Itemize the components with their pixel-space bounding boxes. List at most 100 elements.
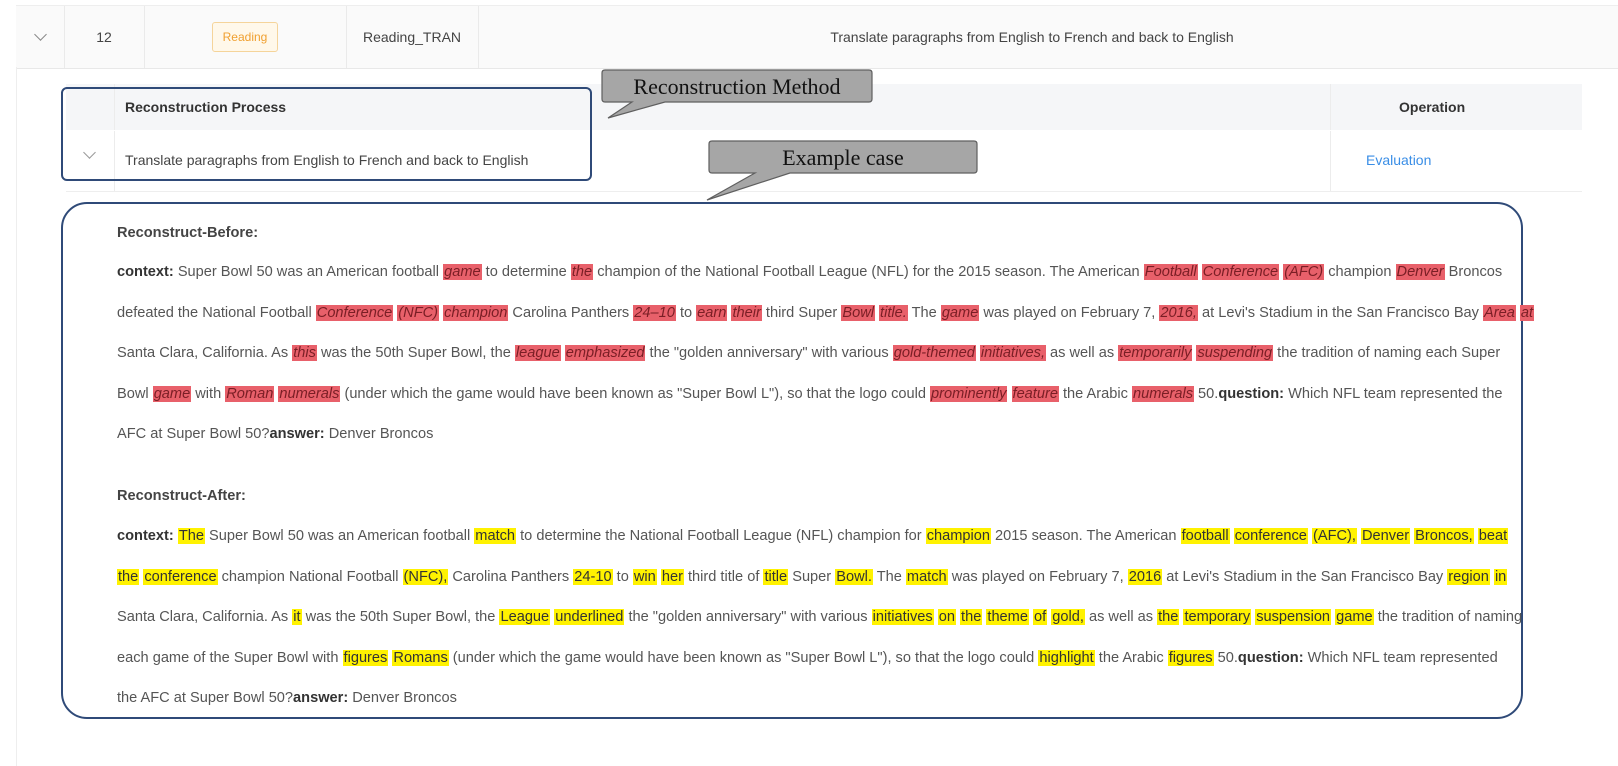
changed-word-highlight: initiatives — [871, 609, 934, 625]
text-segment: at Levi's Stadium in the San Francisco B… — [1162, 568, 1448, 585]
text-segment: to determine — [481, 264, 571, 280]
removed-word-highlight: this — [292, 345, 317, 361]
removed-word-highlight: initiatives, — [979, 345, 1046, 361]
text-segment: 50. — [1194, 385, 1219, 402]
after-title: Reconstruct-After: — [117, 488, 246, 504]
removed-word-highlight: champion — [443, 304, 509, 321]
text-segment: the "golden anniversary" with various — [624, 609, 872, 625]
text-segment: each game of the Super Bowl with — [117, 649, 343, 666]
text-segment: was played on February 7, — [947, 568, 1128, 585]
changed-word-highlight: conference — [143, 568, 218, 585]
changed-word-highlight: underlined — [554, 609, 625, 625]
removed-word-highlight: title. — [879, 304, 908, 321]
text-segment: Santa Clara, California. As — [117, 609, 293, 625]
text-segment: with — [191, 385, 226, 402]
field-label: question: — [1218, 385, 1285, 402]
text-segment: the AFC at Super Bowl 50? — [117, 690, 294, 706]
text-line: Bowl game with Roman numerals (under whi… — [117, 374, 1502, 415]
removed-word-highlight: emphasized — [564, 345, 646, 361]
removed-word-highlight: feature — [1011, 385, 1059, 402]
removed-word-highlight: Denver — [1395, 264, 1445, 280]
text-line: the AFC at Super Bowl 50?answer: Denver … — [117, 678, 1477, 719]
text-line: defeated the National Football Conferenc… — [117, 293, 1535, 334]
changed-word-highlight: figures — [342, 649, 389, 666]
text-segment: champion of the National Football League… — [593, 264, 1144, 280]
text-segment: Which NFL team represented — [1303, 649, 1498, 666]
changed-word-highlight: suspension — [1255, 609, 1332, 625]
removed-word-highlight: Football — [1143, 264, 1198, 280]
text-segment: as well as — [1084, 609, 1158, 625]
removed-word-highlight: Conference — [1201, 264, 1280, 280]
removed-word-highlight: Area — [1483, 304, 1516, 321]
removed-word-highlight: game — [443, 264, 482, 280]
text-segment: third title of — [683, 568, 764, 585]
removed-word-highlight: league — [514, 345, 561, 361]
text-segment: Super — [788, 568, 836, 585]
text-segment: was the 50th Super Bowl, the — [316, 345, 515, 361]
changed-word-highlight: figures — [1167, 649, 1214, 666]
text-segment: third Super — [761, 304, 842, 321]
removed-word-highlight: game — [940, 304, 980, 321]
text-segment: 50. — [1213, 649, 1238, 666]
text-segment: as well as — [1046, 345, 1119, 361]
changed-word-highlight: beat — [1477, 528, 1509, 544]
changed-word-highlight: gold, — [1051, 609, 1085, 625]
text-segment: defeated the National Football — [117, 304, 316, 321]
text-segment: Super Bowl 50 was an American football — [177, 264, 444, 280]
text-segment: the "golden anniversary" with various — [645, 345, 893, 361]
changed-word-highlight: title — [763, 568, 789, 585]
changed-word-highlight: Romans — [392, 649, 449, 666]
changed-word-highlight: champion — [925, 528, 991, 544]
example-callout-label: Example case — [782, 145, 904, 170]
removed-word-highlight: game — [152, 385, 192, 402]
text-segment: to determine the National Football Leagu… — [516, 528, 926, 544]
changed-word-highlight: (AFC), — [1311, 528, 1357, 544]
text-segment: Denver Broncos — [324, 426, 434, 442]
before-title: Reconstruct-Before: — [117, 225, 259, 241]
changed-word-highlight: Denver — [1361, 528, 1411, 544]
removed-word-highlight: numerals — [278, 385, 341, 402]
text-line: Santa Clara, California. As it was the 5… — [117, 597, 1522, 638]
text-line: context: Super Bowl 50 was an American f… — [117, 252, 1502, 293]
removed-word-highlight: their — [731, 304, 762, 321]
text-line: each game of the Super Bowl with figures… — [117, 638, 1498, 679]
changed-word-highlight: theme — [986, 609, 1029, 625]
changed-word-highlight: match — [474, 528, 517, 544]
method-callout-label: Reconstruction Method — [633, 74, 841, 99]
changed-word-highlight: 24-10 — [573, 568, 613, 585]
text-line: Santa Clara, California. As this was the… — [117, 333, 1500, 374]
text-segment: 2015 season. The American — [991, 528, 1181, 544]
field-label: context: — [117, 264, 178, 280]
removed-word-highlight: gold-themed — [892, 345, 976, 361]
removed-word-highlight: numerals — [1131, 385, 1194, 402]
before-text: context: Super Bowl 50 was an American f… — [117, 252, 1535, 455]
changed-word-highlight: conference — [1233, 528, 1308, 544]
text-segment: Santa Clara, California. As — [117, 345, 293, 361]
removed-word-highlight: suspending — [1196, 345, 1274, 361]
changed-word-highlight: the — [1157, 609, 1180, 625]
changed-word-highlight: game — [1335, 609, 1374, 625]
text-segment: Carolina Panthers — [508, 304, 634, 321]
removed-word-highlight: temporarily — [1118, 345, 1193, 361]
changed-word-highlight: win — [632, 568, 657, 585]
changed-word-highlight: 2016 — [1127, 568, 1163, 585]
text-segment: champion — [1324, 264, 1396, 280]
changed-word-highlight: on — [937, 609, 956, 625]
removed-word-highlight: 24–10 — [633, 304, 676, 321]
text-segment: the Arabic — [1058, 385, 1132, 402]
removed-word-highlight: at — [1519, 304, 1535, 321]
changed-word-highlight: it — [292, 609, 302, 625]
text-segment: the tradition of naming — [1373, 609, 1523, 625]
changed-word-highlight: region — [1447, 568, 1490, 585]
text-segment: to — [612, 568, 633, 585]
text-segment: Carolina Panthers — [448, 568, 574, 585]
removed-word-highlight: Roman — [225, 385, 275, 402]
changed-word-highlight: Bowl. — [835, 568, 873, 585]
text-line: AFC at Super Bowl 50?answer: Denver Bron… — [117, 414, 1477, 455]
text-segment: Super Bowl 50 was an American football — [204, 528, 475, 544]
text-segment: (under which the game would have been kn… — [340, 385, 931, 402]
text-segment: Which NFL team represented the — [1284, 385, 1503, 402]
removed-word-highlight: Conference — [315, 304, 394, 321]
changed-word-highlight: the — [117, 568, 140, 585]
removed-word-highlight: (NFC) — [397, 304, 440, 321]
